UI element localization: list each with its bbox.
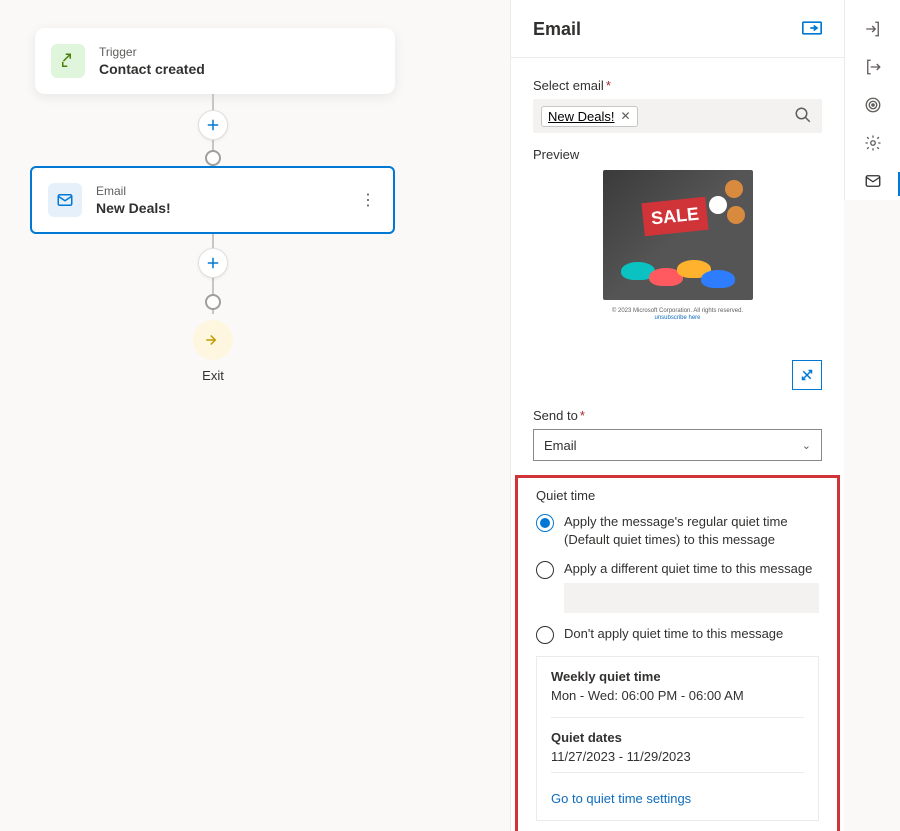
select-email-label: Select email* <box>533 78 822 93</box>
weekly-quiet-time-value: Mon - Wed: 06:00 PM - 06:00 AM <box>551 688 804 703</box>
add-step-button[interactable] <box>198 110 228 140</box>
quiet-time-label: Quiet time <box>536 488 819 503</box>
sidebar-goal-icon[interactable] <box>845 86 900 124</box>
trigger-icon <box>51 44 85 78</box>
preview-label: Preview <box>533 147 822 162</box>
quiet-time-settings-link[interactable]: Go to quiet time settings <box>551 791 691 806</box>
quiet-time-info-card: Weekly quiet time Mon - Wed: 06:00 PM - … <box>536 656 819 821</box>
email-properties-panel: Email Select email* New Deals! ✕ Preview… <box>510 0 844 831</box>
weekly-quiet-time-title: Weekly quiet time <box>551 669 804 684</box>
node-menu-button[interactable]: ⋮ <box>360 190 377 210</box>
panel-title: Email <box>533 19 581 40</box>
exit-node: Exit <box>193 320 233 383</box>
sidebar-login-icon[interactable] <box>845 10 900 48</box>
journey-dot <box>205 150 221 166</box>
email-node-icon <box>48 183 82 217</box>
chevron-down-icon: ⌄ <box>802 439 811 452</box>
sidebar-settings-icon[interactable] <box>845 124 900 162</box>
panel-expand-icon[interactable] <box>802 18 822 41</box>
preview-caption: © 2023 Microsoft Corporation. All rights… <box>612 308 743 322</box>
email-node-title: New Deals! <box>96 200 171 216</box>
exit-icon <box>193 320 233 360</box>
preview-image: SALE <box>603 170 753 300</box>
journey-canvas: Trigger Contact created Email New Deals!… <box>0 0 510 831</box>
search-icon[interactable] <box>794 106 812 127</box>
email-node-label: Email <box>96 184 171 198</box>
quiet-dates-title: Quiet dates <box>551 730 804 745</box>
preview-expand-button[interactable] <box>792 360 822 390</box>
quiet-dates-value: 11/27/2023 - 11/29/2023 <box>551 749 804 764</box>
radio-icon <box>536 626 554 644</box>
quiet-time-section: Quiet time Apply the message's regular q… <box>515 475 840 831</box>
radio-icon <box>536 514 554 532</box>
right-sidebar <box>844 0 900 200</box>
exit-label: Exit <box>193 368 233 383</box>
send-to-dropdown[interactable]: Email ⌄ <box>533 429 822 461</box>
trigger-node[interactable]: Trigger Contact created <box>35 28 395 94</box>
email-node[interactable]: Email New Deals! ⋮ <box>30 166 395 234</box>
add-step-button[interactable] <box>198 248 228 278</box>
trigger-label: Trigger <box>99 45 205 59</box>
select-email-input[interactable]: New Deals! ✕ <box>533 99 822 133</box>
sidebar-email-icon[interactable] <box>845 162 900 200</box>
quiet-time-option-different[interactable]: Apply a different quiet time to this mes… <box>536 560 819 579</box>
journey-dot <box>205 294 221 310</box>
radio-icon <box>536 561 554 579</box>
trigger-title: Contact created <box>99 61 205 77</box>
quiet-time-option-regular[interactable]: Apply the message's regular quiet time (… <box>536 513 819 548</box>
chip-remove-icon[interactable]: ✕ <box>620 109 630 123</box>
quiet-time-option-none[interactable]: Don't apply quiet time to this message <box>536 625 819 644</box>
quiet-time-custom-input[interactable] <box>564 583 819 613</box>
sale-banner: SALE <box>641 197 708 237</box>
sidebar-logout-icon[interactable] <box>845 48 900 86</box>
send-to-label: Send to* <box>533 408 822 423</box>
email-preview: SALE © 2023 Microsoft Corporation. All r… <box>533 170 822 370</box>
selected-email-chip[interactable]: New Deals! ✕ <box>541 106 638 127</box>
